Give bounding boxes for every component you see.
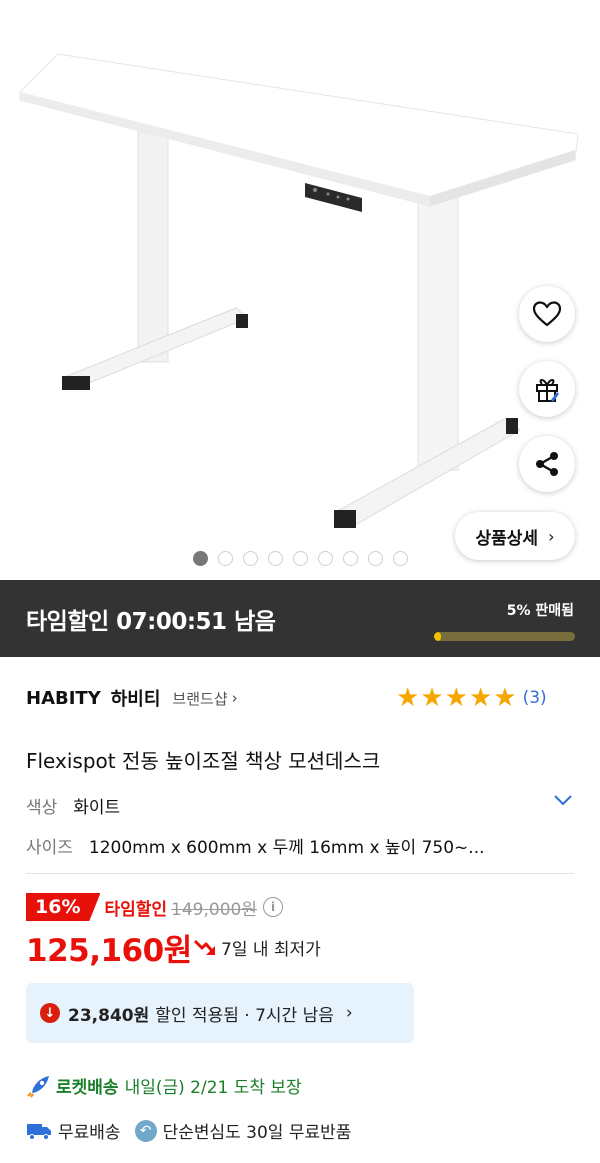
star-rating: ★ ★ ★ ★ ★ xyxy=(396,685,518,711)
option-color-value: 화이트 xyxy=(73,798,121,818)
brand-row[interactable]: HABITY 하비티 브랜드샵 › xyxy=(26,685,238,711)
coupon-amount: 23,840원 xyxy=(68,1005,150,1026)
star-icon: ★ xyxy=(444,683,468,713)
lowest-price-badge: 7일 내 최저가 xyxy=(193,935,321,960)
free-return-label: 단순변심도 30일 무료반품 xyxy=(162,1123,352,1143)
return-icon: ↶ xyxy=(134,1119,157,1142)
star-icon: ★ xyxy=(468,683,493,713)
brand-name-ko: 하비티 xyxy=(110,689,161,710)
info-icon[interactable]: i xyxy=(263,897,283,917)
desk-product-image xyxy=(19,53,579,529)
discount-row: 16% 타임할인 149,000원 i xyxy=(26,893,283,921)
original-price: 149,000원 xyxy=(171,899,257,920)
heart-icon xyxy=(532,301,562,327)
chevron-right-icon: › xyxy=(548,526,555,546)
brand-shop-link[interactable]: 브랜드샵 xyxy=(172,688,227,709)
gallery-dot[interactable] xyxy=(343,551,358,566)
chevron-right-icon: › xyxy=(231,689,238,707)
chevron-right-icon: › xyxy=(345,1003,353,1023)
divider xyxy=(26,873,574,874)
sold-progress-fill xyxy=(434,632,442,641)
share-button[interactable] xyxy=(519,436,575,492)
timesale-countdown: 타임할인 07:00:51 남음 xyxy=(26,609,276,635)
coupon-text: 할인 적용됨 · 7시간 남음 xyxy=(155,1005,334,1026)
gallery-dot[interactable] xyxy=(368,551,383,566)
sale-price: 125,160원 xyxy=(26,933,192,969)
discount-label: 타임할인 xyxy=(104,899,168,920)
option-size-value: 1200mm x 600mm x 두께 16mm x 높이 750~... xyxy=(88,838,485,858)
product-title: Flexispot 전동 높이조절 책상 모션데스크 xyxy=(26,749,381,773)
gallery-pagination xyxy=(193,551,418,566)
rocket-delivery-row: 로켓배송 내일(금) 2/21 도착 보장 xyxy=(26,1073,302,1098)
star-icon: ★ xyxy=(493,683,517,713)
wishlist-button[interactable] xyxy=(519,286,575,342)
rating[interactable]: ★ ★ ★ ★ ★ (3) xyxy=(396,685,547,711)
rocket-delivery-date: 내일(금) 2/21 도착 보장 xyxy=(124,1078,302,1098)
sold-percentage: 5% 판매됨 xyxy=(506,603,574,619)
truck-icon xyxy=(27,1123,51,1140)
gift-button[interactable] xyxy=(519,361,575,417)
gallery-dot[interactable] xyxy=(393,551,408,566)
discount-badge: 16% xyxy=(26,893,101,921)
free-shipping-label: 무료배송 xyxy=(58,1123,121,1143)
lowest-price-label: 7일 내 최저가 xyxy=(221,940,321,960)
rocket-icon xyxy=(27,1075,49,1098)
gallery-dot[interactable] xyxy=(268,551,283,566)
option-size-key: 사이즈 xyxy=(26,838,73,858)
gallery-dot[interactable] xyxy=(318,551,333,566)
brand-name-en: HABITY xyxy=(26,687,101,709)
option-color[interactable]: 색상 화이트 xyxy=(26,793,120,818)
gift-icon xyxy=(536,379,559,402)
product-detail-label: 상품상세 xyxy=(475,528,539,549)
share-icon xyxy=(536,452,558,476)
sold-progress-bar xyxy=(434,632,575,641)
gallery-dot[interactable] xyxy=(243,551,258,566)
option-color-key: 색상 xyxy=(26,798,58,818)
chevron-down-icon[interactable] xyxy=(553,793,573,807)
gallery-dot[interactable] xyxy=(193,551,208,566)
coupon-box[interactable]: ↓ 23,840원 할인 적용됨 · 7시간 남음 › xyxy=(26,983,414,1043)
free-service-row: 무료배송 ↶ 단순변심도 30일 무료반품 xyxy=(26,1118,351,1143)
arrow-down-icon: ↓ xyxy=(40,1003,60,1023)
rocket-delivery-label: 로켓배송 xyxy=(56,1078,119,1098)
product-image-gallery[interactable]: 상품상세 › xyxy=(0,0,600,580)
star-icon: ★ xyxy=(420,683,444,713)
product-detail-button[interactable]: 상품상세 › xyxy=(455,512,575,560)
review-count[interactable]: (3) xyxy=(523,688,547,708)
star-icon: ★ xyxy=(396,683,420,713)
option-size[interactable]: 사이즈 1200mm x 600mm x 두께 16mm x 높이 750~..… xyxy=(26,833,485,858)
trend-down-icon xyxy=(193,939,215,955)
gallery-dot[interactable] xyxy=(218,551,233,566)
gallery-dot[interactable] xyxy=(293,551,308,566)
timesale-bar: 타임할인 07:00:51 남음 5% 판매됨 xyxy=(0,580,600,657)
